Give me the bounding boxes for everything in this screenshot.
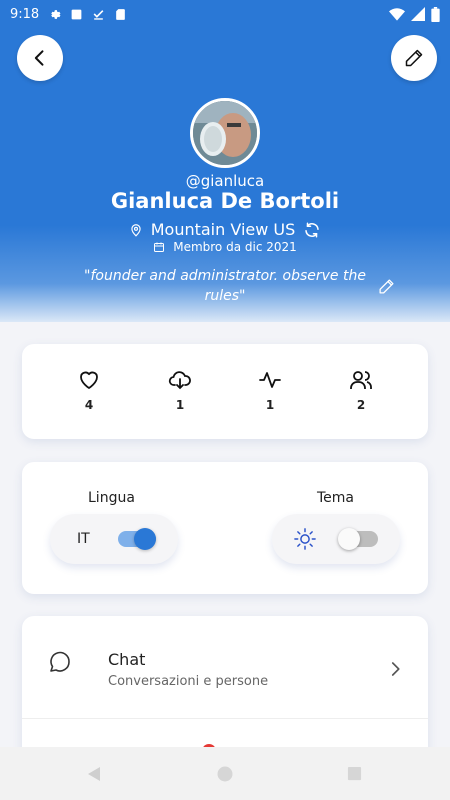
- back-button[interactable]: [17, 35, 63, 81]
- stat-activity[interactable]: 1: [245, 368, 295, 412]
- cloud-download-icon: [168, 371, 191, 390]
- language-pill: IT: [50, 514, 178, 564]
- full-name: Gianluca De Bortoli: [110, 189, 340, 213]
- sd-card-icon: [116, 8, 126, 20]
- language-toggle-knob: [134, 528, 156, 550]
- status-bar: 9:18: [0, 0, 450, 28]
- stats-card: 4 1 1 2: [22, 344, 428, 439]
- users-icon: [350, 371, 372, 389]
- calendar-icon: [154, 242, 165, 252]
- menu-item-chat[interactable]: Chat Conversazioni e persone: [22, 616, 428, 718]
- status-time: 9:18: [10, 6, 40, 22]
- stat-downloads[interactable]: 1: [155, 368, 205, 412]
- bio-text: "founder and administrator. observe the …: [84, 268, 366, 304]
- nav-home-icon[interactable]: [217, 766, 233, 782]
- cell-signal-icon: [411, 7, 425, 21]
- nav-back-icon[interactable]: [86, 766, 102, 782]
- chevron-right-icon: [391, 662, 400, 676]
- member-since-text: Membro da dic 2021: [173, 240, 297, 254]
- avatar[interactable]: [190, 98, 260, 168]
- edit-bio-icon[interactable]: [378, 278, 395, 295]
- activity-icon: [259, 372, 281, 388]
- pencil-icon: [405, 49, 423, 67]
- menu-item-subtitle: Conversazioni e persone: [108, 674, 269, 689]
- wifi-icon: [389, 8, 405, 21]
- heart-icon: [80, 371, 98, 389]
- username: @gianluca: [185, 172, 265, 190]
- chat-bubble-icon: [50, 651, 70, 672]
- map-pin-icon: [131, 223, 141, 237]
- menu-divider: [22, 718, 428, 719]
- settings-icon: [51, 9, 61, 19]
- chevron-left-icon: [34, 50, 44, 66]
- location-text: Mountain View US: [150, 220, 296, 239]
- download-done-icon: [93, 9, 104, 20]
- language-label: Lingua: [88, 490, 135, 506]
- stat-downloads-value: 1: [175, 398, 185, 412]
- square-app-icon: [71, 9, 82, 19]
- nav-recents-icon[interactable]: [347, 766, 362, 781]
- theme-toggle-knob: [338, 528, 360, 550]
- sun-icon: [294, 528, 316, 550]
- avatar-photo: [193, 101, 257, 165]
- member-since-row: Membro da dic 2021: [0, 240, 450, 254]
- preferences-card: Lingua Tema IT: [22, 462, 428, 594]
- stat-likes-value: 4: [84, 398, 94, 412]
- battery-icon: [431, 6, 440, 22]
- system-nav-bar: [0, 747, 450, 800]
- stat-followers-value: 2: [356, 398, 366, 412]
- language-value: IT: [77, 531, 90, 547]
- theme-pill: [272, 514, 400, 564]
- theme-label: Tema: [317, 490, 355, 506]
- menu-item-title: Chat: [108, 650, 146, 669]
- edit-profile-button[interactable]: [391, 35, 437, 81]
- refresh-location-icon[interactable]: [303, 221, 321, 239]
- stat-likes[interactable]: 4: [64, 368, 114, 412]
- stat-followers[interactable]: 2: [336, 368, 386, 412]
- location-row: Mountain View US: [0, 220, 450, 239]
- stat-activity-value: 1: [265, 398, 275, 412]
